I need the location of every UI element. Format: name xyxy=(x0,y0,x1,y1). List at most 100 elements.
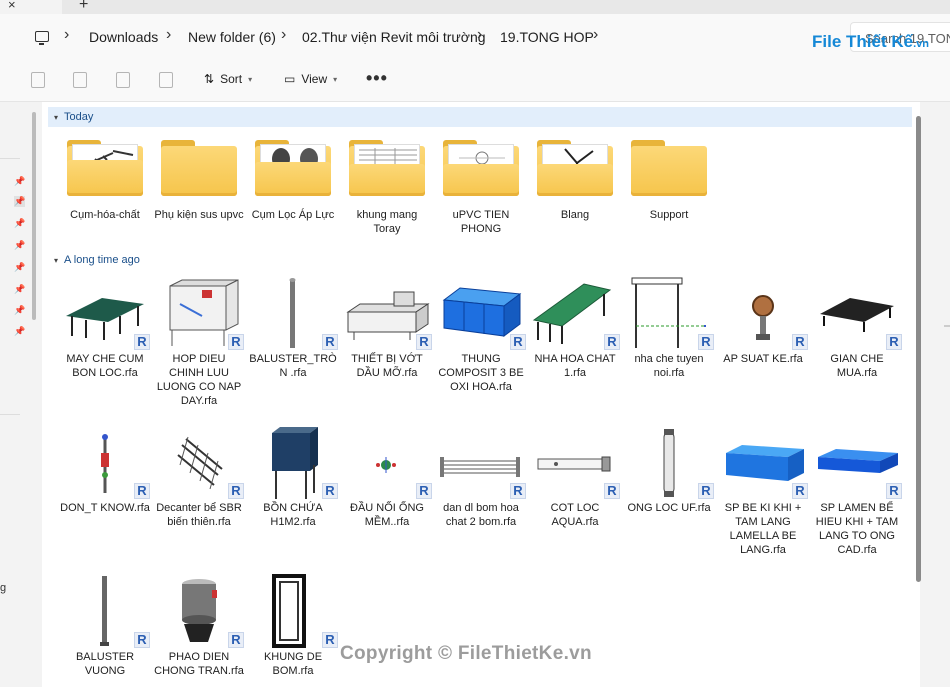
folder-name: Cụm-hóa-chất xyxy=(70,209,140,221)
file-item[interactable]: R ĐẦU NỐI ỐNG MỀM..rfa xyxy=(340,425,434,529)
breadcrumb-downloads[interactable]: Downloads xyxy=(89,29,158,45)
nav-scrollbar[interactable] xyxy=(32,112,36,320)
folder-name: khung mang Toray xyxy=(356,209,418,235)
valve-icon: R xyxy=(58,425,152,501)
file-item[interactable]: R DON_T KNOW.rfa xyxy=(58,425,152,515)
file-name: BỒN CHỨA H1M2.rfa xyxy=(263,502,323,528)
revit-file-icon: R xyxy=(792,334,808,350)
revit-file-icon: R xyxy=(510,483,526,499)
pin-icon[interactable]: 📌 xyxy=(14,218,25,229)
revit-file-icon: R xyxy=(322,334,338,350)
pin-icon[interactable]: 📌 xyxy=(14,284,25,295)
tab-strip: × + xyxy=(0,0,950,14)
file-item[interactable]: R nha che tuyen noi.rfa xyxy=(622,276,716,380)
file-item[interactable]: R BALUSTER_TRÒN .rfa xyxy=(246,276,340,380)
new-tab-button[interactable]: + xyxy=(79,0,88,14)
file-item[interactable]: R Decanter bể SBR biến thiên.rfa xyxy=(152,425,246,529)
file-item[interactable]: R THIẾT BỊ VỚT DẦU MỠ.rfa xyxy=(340,276,434,380)
revit-file-icon: R xyxy=(792,483,808,499)
folder-item[interactable]: khung mang Toray xyxy=(340,132,434,236)
pin-icon[interactable]: 📌 xyxy=(14,176,25,187)
view-icon: ▭ xyxy=(284,72,296,86)
sort-button[interactable]: ⇅ Sort ▾ xyxy=(204,72,252,86)
chevron-right-icon[interactable]: › xyxy=(281,26,286,44)
breadcrumb-tong-hop[interactable]: 19.TONG HOP xyxy=(500,29,594,45)
file-item[interactable]: R SP BE KI KHI + TAM LANG LAMELLA BE LAN… xyxy=(716,425,810,557)
file-item[interactable]: R COT LOC AQUA.rfa xyxy=(528,425,622,529)
folder-item[interactable]: Cụm-hóa-chất xyxy=(58,132,152,222)
more-options-button[interactable]: ••• xyxy=(366,68,388,89)
group-header-today[interactable]: ▾ Today xyxy=(48,107,912,127)
pin-icon[interactable]: 📌 xyxy=(14,305,25,316)
folder-name: Cụm Lọc Áp Lực xyxy=(251,209,335,221)
file-item[interactable]: R GIAN CHE MUA.rfa xyxy=(810,276,904,380)
revit-file-icon: R xyxy=(228,334,244,350)
revit-file-icon: R xyxy=(886,483,902,499)
file-item[interactable]: R MAY CHE CUM BON LOC.rfa xyxy=(58,276,152,380)
file-name: KHUNG DE BOM.rfa xyxy=(263,651,323,677)
folder-icon xyxy=(528,132,622,208)
group-header-long-ago[interactable]: ▾ A long time ago xyxy=(48,250,912,270)
file-name: nha che tuyen noi.rfa xyxy=(634,353,704,379)
folder-item[interactable]: uPVC TIEN PHONG xyxy=(434,132,528,236)
file-name: Decanter bể SBR biến thiên.rfa xyxy=(156,502,242,528)
folder-item[interactable]: Phụ kiện sus upvc xyxy=(152,132,246,222)
tower-tank-icon: R xyxy=(246,425,340,501)
nav-item-truncated[interactable]: g xyxy=(0,582,6,594)
active-tab[interactable]: × xyxy=(0,0,62,14)
pin-icon[interactable]: 📌 xyxy=(14,262,25,273)
chevron-right-icon[interactable]: › xyxy=(593,26,598,44)
box-icon: R xyxy=(152,276,246,352)
chevron-right-icon[interactable]: › xyxy=(477,26,482,44)
folder-item[interactable]: Blang xyxy=(528,132,622,222)
file-name: DON_T KNOW.rfa xyxy=(60,502,150,514)
pin-icon[interactable]: 📌 xyxy=(14,326,25,337)
breadcrumb-thu-vien[interactable]: 02.Thư viện Revit môi trường xyxy=(302,29,486,45)
filter-icon: R xyxy=(528,425,622,501)
folder-item[interactable]: Support xyxy=(622,132,716,222)
copy-icon[interactable] xyxy=(31,72,45,88)
file-name: HOP DIEU CHINH LUU LUONG CO NAP DAY.rfa xyxy=(156,353,242,407)
file-item[interactable]: R NHA HOA CHAT 1.rfa xyxy=(528,276,622,380)
rename-icon[interactable] xyxy=(73,72,87,88)
folder-icon xyxy=(340,132,434,208)
file-item[interactable]: R BALUSTER VUONG xyxy=(58,574,152,678)
breadcrumb-new-folder[interactable]: New folder (6) xyxy=(188,29,276,45)
file-item[interactable]: R ONG LOC UF.rfa xyxy=(622,425,716,515)
file-item[interactable]: R THUNG COMPOSIT 3 BE OXI HOA.rfa xyxy=(434,276,528,394)
watermark-text: Copyright © FileThietKe.vn xyxy=(340,643,592,664)
file-name: BALUSTER VUONG xyxy=(75,651,135,677)
file-item[interactable]: R dan dl bom hoa chat 2 bom.rfa xyxy=(434,425,528,529)
file-name: SP LAMEN BỂ HIEU KHI + TAM LANG TO ONG C… xyxy=(815,502,899,556)
file-item[interactable]: R BỒN CHỨA H1M2.rfa xyxy=(246,425,340,529)
chevron-right-icon[interactable]: › xyxy=(166,26,171,44)
share-icon[interactable] xyxy=(116,72,130,88)
address-bar: › Downloads › New folder (6) › 02.Thư vi… xyxy=(0,14,950,60)
file-name: COT LOC AQUA.rfa xyxy=(550,502,600,528)
green-roof-icon: R xyxy=(528,276,622,352)
computer-icon[interactable] xyxy=(35,31,49,45)
pin-icon[interactable]: 📌 xyxy=(14,196,26,207)
folder-name: Blang xyxy=(560,209,590,221)
view-label: View xyxy=(301,72,328,86)
folder-icon xyxy=(246,132,340,208)
brand-logo: File Thiết Kế.vn xyxy=(812,32,929,51)
file-item[interactable]: R AP SUAT KE.rfa xyxy=(716,276,810,366)
folder-item[interactable]: Cụm Lọc Áp Lực xyxy=(246,132,340,222)
close-tab-icon[interactable]: × xyxy=(8,0,16,12)
file-item[interactable]: R SP LAMEN BỂ HIEU KHI + TAM LANG TO ONG… xyxy=(810,425,904,557)
revit-file-icon: R xyxy=(886,334,902,350)
file-item[interactable]: R HOP DIEU CHINH LUU LUONG CO NAP DAY.rf… xyxy=(152,276,246,408)
file-item[interactable]: R PHAO DIEN CHONG TRAN.rfa xyxy=(152,574,246,678)
gauge-icon: R xyxy=(716,276,810,352)
blue-tank-icon: R xyxy=(434,276,528,352)
vertical-scrollbar[interactable] xyxy=(916,116,921,582)
file-item[interactable]: R KHUNG DE BOM.rfa xyxy=(246,574,340,678)
chevron-down-icon: ▾ xyxy=(333,74,338,84)
view-button[interactable]: ▭ View ▾ xyxy=(284,72,337,86)
folder-icon xyxy=(152,132,246,208)
delete-icon[interactable] xyxy=(159,72,173,88)
pump-frame-icon: R xyxy=(246,574,340,650)
chevron-right-icon[interactable]: › xyxy=(64,26,69,44)
pin-icon[interactable]: 📌 xyxy=(14,240,25,251)
